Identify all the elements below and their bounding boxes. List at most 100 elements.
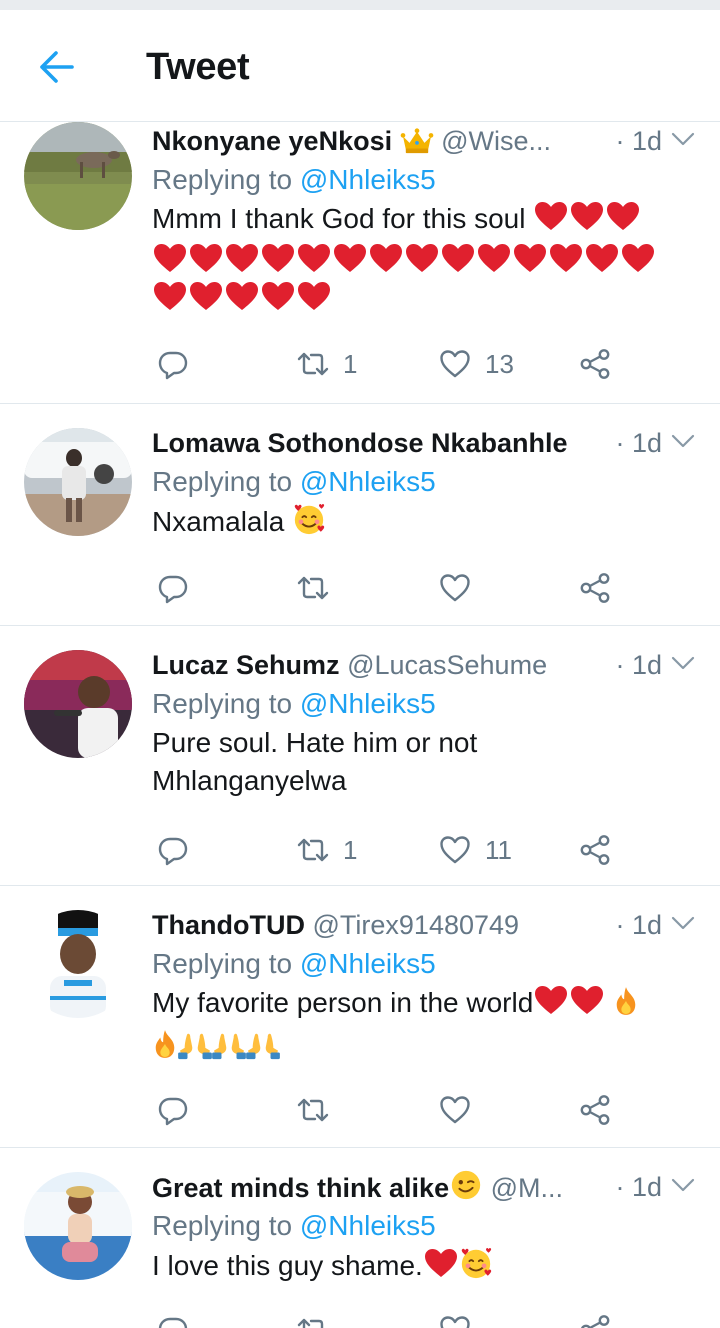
tweet-body: I love this guy shame. bbox=[152, 1250, 423, 1281]
reply-button[interactable] bbox=[157, 344, 189, 384]
retweet-button[interactable] bbox=[297, 1090, 343, 1130]
back-arrow-icon[interactable] bbox=[34, 48, 78, 86]
replying-label: Replying to bbox=[152, 466, 300, 497]
reply-button[interactable] bbox=[157, 830, 189, 870]
retweet-button[interactable] bbox=[297, 1310, 343, 1328]
tweet-time: · 1d bbox=[615, 910, 662, 940]
replying-label: Replying to bbox=[152, 1210, 300, 1241]
reply-button[interactable] bbox=[157, 568, 189, 608]
status-bar bbox=[0, 0, 720, 10]
user-handle[interactable]: @Tirex91480749 bbox=[313, 910, 520, 940]
tweet-actions bbox=[157, 568, 627, 608]
share-icon bbox=[579, 348, 611, 380]
reply-button[interactable] bbox=[157, 1090, 189, 1130]
like-button[interactable]: 11 bbox=[439, 830, 512, 870]
avatar[interactable] bbox=[24, 1172, 132, 1280]
share-button[interactable] bbox=[579, 830, 611, 870]
red-heart-icon bbox=[404, 242, 440, 274]
display-name[interactable]: ThandoTUD bbox=[152, 910, 305, 940]
chevron-down-icon[interactable] bbox=[670, 432, 696, 450]
red-heart-icon bbox=[548, 242, 584, 274]
replying-to: Replying to @Nhleiks5 bbox=[152, 684, 702, 724]
share-icon bbox=[579, 1094, 611, 1126]
retweet-button[interactable]: 1 bbox=[297, 830, 357, 870]
display-name[interactable]: Lomawa Sothondose Nkabanhle bbox=[152, 428, 568, 458]
tweet-text: I love this guy shame. bbox=[152, 1246, 702, 1290]
like-button[interactable] bbox=[439, 568, 485, 608]
replying-to: Replying to @Nhleiks5 bbox=[152, 1206, 702, 1246]
red-heart-icon bbox=[512, 242, 548, 274]
red-heart-icon bbox=[296, 280, 332, 312]
tweet-actions: 1 13 bbox=[157, 344, 627, 384]
retweet-button[interactable]: 1 bbox=[297, 344, 357, 384]
like-button[interactable] bbox=[439, 1090, 485, 1130]
tweet-body-line: Mhlanganyelwa bbox=[152, 765, 347, 796]
retweet-button[interactable] bbox=[297, 568, 343, 608]
share-button[interactable] bbox=[579, 568, 611, 608]
tweet-item[interactable]: Lucaz Sehumz @LucasSehume · 1d Replying … bbox=[0, 626, 720, 886]
heart-row bbox=[152, 280, 702, 318]
chevron-down-icon[interactable] bbox=[670, 130, 696, 148]
share-button[interactable] bbox=[579, 1090, 611, 1130]
red-heart-icon bbox=[440, 242, 476, 274]
red-heart-icon bbox=[584, 242, 620, 274]
display-name[interactable]: Nkonyane yeNkosi bbox=[152, 126, 392, 156]
retweet-icon bbox=[297, 348, 329, 380]
avatar[interactable] bbox=[24, 650, 132, 758]
tweet-item[interactable]: ThandoTUD @Tirex91480749 · 1d Replying t… bbox=[0, 886, 720, 1148]
chevron-down-icon[interactable] bbox=[670, 654, 696, 672]
smiling-face-with-hearts-icon bbox=[292, 502, 326, 546]
reply-mention[interactable]: @Nhleiks5 bbox=[300, 688, 436, 719]
reply-button[interactable] bbox=[157, 1310, 189, 1328]
share-button[interactable] bbox=[579, 344, 611, 384]
red-heart-icon bbox=[224, 280, 260, 312]
fire-icon bbox=[152, 1028, 178, 1070]
red-heart-icon bbox=[152, 280, 188, 312]
retweet-icon bbox=[297, 834, 329, 866]
tweet-text: My favorite person in the world bbox=[152, 984, 702, 1070]
retweet-count: 1 bbox=[343, 348, 358, 379]
user-handle[interactable]: @LucasSehume bbox=[347, 650, 547, 680]
chevron-down-icon[interactable] bbox=[670, 1176, 696, 1194]
like-button[interactable] bbox=[439, 1310, 485, 1328]
tweet-item[interactable]: Nkonyane yeNkosi @Wise... · 1d Replying … bbox=[0, 122, 720, 404]
share-button[interactable] bbox=[579, 1310, 611, 1328]
reply-mention[interactable]: @Nhleiks5 bbox=[300, 948, 436, 979]
user-handle[interactable]: @M... bbox=[491, 1173, 563, 1203]
red-heart-icon bbox=[152, 242, 188, 274]
tweet-text: Nxamalala bbox=[152, 502, 702, 546]
red-heart-icon bbox=[260, 280, 296, 312]
like-count: 13 bbox=[485, 348, 514, 379]
reply-mention[interactable]: @Nhleiks5 bbox=[300, 466, 436, 497]
retweet-icon bbox=[297, 1094, 329, 1126]
like-button[interactable]: 13 bbox=[439, 344, 514, 384]
heart-icon bbox=[439, 834, 471, 866]
display-name[interactable]: Lucaz Sehumz bbox=[152, 650, 340, 680]
red-heart-icon bbox=[569, 984, 605, 1016]
tweet-header: ThandoTUD @Tirex91480749 · 1d bbox=[152, 906, 702, 944]
red-heart-icon bbox=[620, 242, 656, 274]
retweet-count: 1 bbox=[343, 834, 358, 865]
chevron-down-icon[interactable] bbox=[670, 914, 696, 932]
share-icon bbox=[579, 834, 611, 866]
tweet-time: · 1d bbox=[615, 126, 662, 156]
reply-icon bbox=[157, 572, 189, 604]
replying-to: Replying to @Nhleiks5 bbox=[152, 160, 702, 200]
user-handle[interactable]: @Wise... bbox=[441, 126, 551, 156]
avatar[interactable] bbox=[24, 428, 132, 536]
like-count: 11 bbox=[485, 834, 512, 865]
tweet-body: Mmm I thank God for this soul bbox=[152, 203, 526, 234]
reply-mention[interactable]: @Nhleiks5 bbox=[300, 164, 436, 195]
avatar[interactable] bbox=[24, 122, 132, 230]
tweet-item[interactable]: Great minds think alike @M... · 1d Reply… bbox=[0, 1148, 720, 1328]
tweet-body: My favorite person in the world bbox=[152, 987, 534, 1018]
tweet-item[interactable]: Lomawa Sothondose Nkabanhle · 1d Replyin… bbox=[0, 404, 720, 626]
tweet-text: Pure soul. Hate him or not Mhlanganyelwa bbox=[152, 724, 702, 800]
top-bar: Tweet bbox=[0, 10, 720, 122]
red-heart-icon bbox=[188, 280, 224, 312]
winking-face-icon bbox=[449, 1168, 483, 1212]
avatar[interactable] bbox=[24, 910, 132, 1018]
display-name[interactable]: Great minds think alike bbox=[152, 1173, 449, 1203]
reply-mention[interactable]: @Nhleiks5 bbox=[300, 1210, 436, 1241]
tweet-time: · 1d bbox=[615, 650, 662, 680]
